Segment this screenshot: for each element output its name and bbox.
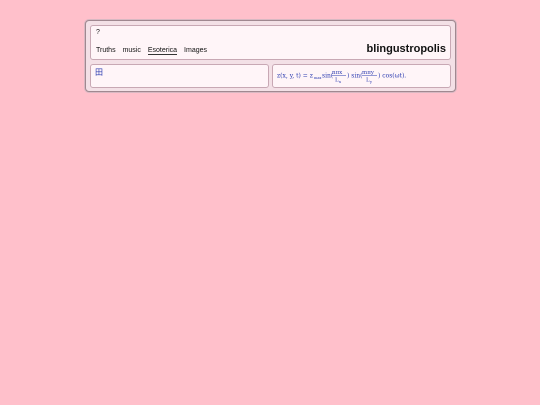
right-panel: z(x, y, t) = z max sin( nπx L x ) sin( m… <box>272 64 451 88</box>
formula-sin2: ) sin( <box>347 73 362 80</box>
formula-den2-sub: y <box>369 80 372 84</box>
formula-num1: nπx <box>332 70 343 76</box>
nav-item-esoterica[interactable]: Esoterica <box>147 47 178 55</box>
header: ? Truths music Esoterica Images blingust… <box>90 25 451 60</box>
formula-lhs: z(x, y, t) = z <box>277 73 313 80</box>
nav-item-music[interactable]: music <box>123 47 141 55</box>
nav-bar: Truths music Esoterica Images <box>96 47 207 55</box>
formula-sub-max: max <box>314 76 321 80</box>
nav-item-images[interactable]: Images <box>184 47 207 55</box>
help-link[interactable]: ? <box>96 29 100 36</box>
nav-item-truths[interactable]: Truths <box>96 47 116 55</box>
main-frame: ? Truths music Esoterica Images blingust… <box>85 20 456 92</box>
grid-glyph-icon: 田 <box>95 68 103 77</box>
left-panel: 田 <box>90 64 269 88</box>
formula-num2: mπy <box>362 70 375 76</box>
formula-tail: ) cos(ωt). <box>378 73 406 80</box>
wave-equation-formula: z(x, y, t) = z max sin( nπx L x ) sin( m… <box>277 70 406 84</box>
site-title[interactable]: blingustropolis <box>367 43 446 55</box>
formula-den1-sub: x <box>339 80 341 84</box>
